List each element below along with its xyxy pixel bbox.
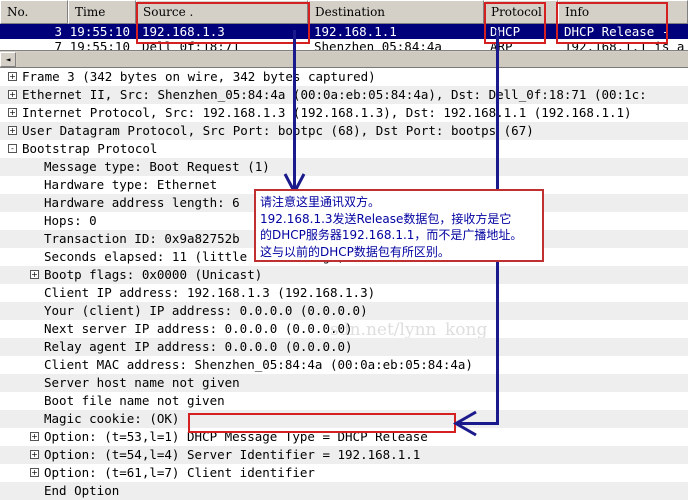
scroll-left-arrow-icon[interactable]: ◄ — [0, 52, 16, 67]
packet-cell-source: 192.168.1.3 — [142, 24, 225, 39]
protocol-tree-label: End Option — [44, 483, 120, 498]
packet-details-pane[interactable]: sdn.net/lynn_kong + Frame 3 (342 bytes on… — [0, 68, 688, 500]
wireshark-screenshot: No. Time Source . Destination Protocol Info 3… — [0, 0, 688, 500]
protocol-tree-row[interactable]: Magic cookie: (OK) — [0, 410, 688, 428]
protocol-tree-label: Client IP address: 192.168.1.3 (192.168.… — [44, 285, 376, 300]
protocol-tree-row[interactable]: Next server IP address: 0.0.0.0 (0.0.0.0… — [0, 320, 688, 338]
packet-list-row[interactable]: 7 19:55:10 Dell_0f:18:71 Shenzhen_05:84:4a A… — [0, 39, 688, 50]
packet-cell-destination: 192.168.1.1 — [314, 24, 397, 39]
packet-list-horizontal-scrollbar[interactable]: ◄ — [0, 50, 688, 68]
protocol-tree-label: Option: (t=54,l=4) Server Identifier = 1… — [44, 447, 421, 462]
packet-cell-time: 19:55:10 — [69, 39, 130, 50]
protocol-tree-row[interactable]: Your (client) IP address: 0.0.0.0 (0.0.0… — [0, 302, 688, 320]
column-header-source[interactable]: Source . — [136, 0, 308, 24]
packet-cell-source: Dell_0f:18:71 — [142, 39, 240, 50]
protocol-tree-row[interactable]: Boot file name not given — [0, 392, 688, 410]
protocol-tree-label: Server host name not given — [44, 375, 240, 390]
protocol-tree-row[interactable]: Server host name not given — [0, 374, 688, 392]
packet-cell-protocol: ARP — [490, 39, 513, 50]
protocol-tree-label: Next server IP address: 0.0.0.0 (0.0.0.0… — [44, 321, 353, 336]
packet-cell-no: 3 — [54, 24, 62, 39]
expand-node-icon[interactable]: + — [30, 432, 39, 441]
protocol-tree-label: User Datagram Protocol, Src Port: bootpc… — [22, 123, 534, 138]
expand-node-icon[interactable]: + — [30, 450, 39, 459]
annotation-arrow-source-line — [293, 30, 296, 190]
protocol-tree-label: Boot file name not given — [44, 393, 225, 408]
protocol-tree-row[interactable]: + Option: (t=54,l=4) Server Identifier = … — [0, 446, 688, 464]
collapse-node-icon[interactable]: - — [8, 144, 17, 153]
packet-cell-destination: Shenzhen_05:84:4a — [314, 39, 442, 50]
column-header-protocol[interactable]: Protocol — [484, 0, 558, 24]
protocol-tree-label: Option: (t=61,l=7) Client identifier — [44, 465, 315, 480]
expand-node-icon[interactable]: + — [8, 90, 17, 99]
scrollbar-track[interactable] — [17, 52, 688, 67]
protocol-tree-row[interactable]: + Ethernet II, Src: Shenzhen_05:84:4a (00… — [0, 86, 688, 104]
protocol-tree-row[interactable]: Relay agent IP address: 0.0.0.0 (0.0.0.0… — [0, 338, 688, 356]
protocol-tree-row[interactable]: + Option: (t=61,l=7) Client identifier — [0, 464, 688, 482]
protocol-tree-row[interactable]: - Bootstrap Protocol — [0, 140, 688, 158]
annotation-note: 请注意这里通讯双方。 192.168.1.3发送Release数据包，接收方是它… — [254, 189, 544, 262]
protocol-tree-row[interactable]: + Frame 3 (342 bytes on wire, 342 bytes c… — [0, 68, 688, 86]
expand-node-icon[interactable]: + — [30, 270, 39, 279]
protocol-tree-label: Internet Protocol, Src: 192.168.1.3 (192… — [22, 105, 632, 120]
protocol-tree-row[interactable]: + Bootp flags: 0x0000 (Unicast) — [0, 266, 688, 284]
protocol-tree-label: Transaction ID: 0x9a82752b — [44, 231, 240, 246]
protocol-tree-label: Ethernet II, Src: Shenzhen_05:84:4a (00:… — [22, 87, 647, 102]
protocol-tree-label: Hardware type: Ethernet — [44, 177, 218, 192]
column-header-time[interactable]: Time — [68, 0, 136, 24]
protocol-tree-label: Hops: 0 — [44, 213, 97, 228]
protocol-tree-label: Option: (t=53,l=1) DHCP Message Type = D… — [44, 429, 428, 444]
protocol-tree-label: Bootp flags: 0x0000 (Unicast) — [44, 267, 263, 282]
packet-list-pane[interactable]: No. Time Source . Destination Protocol Info 3… — [0, 0, 688, 50]
protocol-tree-row[interactable]: + Internet Protocol, Src: 192.168.1.3 (19… — [0, 104, 688, 122]
packet-cell-time: 19:55:10 — [69, 24, 130, 39]
protocol-tree-row[interactable]: Client MAC address: Shenzhen_05:84:4a (0… — [0, 356, 688, 374]
expand-node-icon[interactable]: + — [8, 72, 17, 81]
column-header-info[interactable]: Info — [558, 0, 688, 24]
packet-list-row[interactable]: 3 19:55:10 192.168.1.3 192.168.1.1 DHCP DHCP … — [0, 24, 688, 39]
protocol-tree-label: Bootstrap Protocol — [22, 141, 158, 156]
annotation-arrow-protocol-head — [452, 410, 477, 437]
column-header-no[interactable]: No. — [0, 0, 68, 24]
protocol-tree-label: Relay agent IP address: 0.0.0.0 (0.0.0.0… — [44, 339, 353, 354]
protocol-tree-label: Frame 3 (342 bytes on wire, 342 bytes ca… — [22, 69, 376, 84]
column-header-destination[interactable]: Destination — [308, 0, 484, 24]
expand-node-icon[interactable]: + — [30, 468, 39, 477]
packet-cell-no: 7 — [54, 39, 62, 50]
protocol-tree-row[interactable]: End Option — [0, 482, 688, 500]
protocol-tree-label: Magic cookie: (OK) — [44, 411, 180, 426]
protocol-tree-row[interactable]: Client IP address: 192.168.1.3 (192.168.… — [0, 284, 688, 302]
expand-node-icon[interactable]: + — [8, 108, 17, 117]
packet-cell-info: DHCP Release - — [564, 24, 670, 39]
packet-cell-info: 192.168.1.1 is a — [564, 39, 685, 50]
protocol-tree-label: Your (client) IP address: 0.0.0.0 (0.0.0… — [44, 303, 368, 318]
protocol-tree-label: Hardware address length: 6 — [44, 195, 240, 210]
protocol-tree-label: Client MAC address: Shenzhen_05:84:4a (0… — [44, 357, 473, 372]
protocol-tree-row[interactable]: + User Datagram Protocol, Src Port: bootp… — [0, 122, 688, 140]
expand-node-icon[interactable]: + — [8, 126, 17, 135]
packet-cell-protocol: DHCP — [490, 24, 521, 39]
protocol-tree-label: Message type: Boot Request (1) — [44, 159, 270, 174]
protocol-tree-row[interactable]: Message type: Boot Request (1) — [0, 158, 688, 176]
protocol-tree-row[interactable]: + Option: (t=53,l=1) DHCP Message Type = … — [0, 428, 688, 446]
